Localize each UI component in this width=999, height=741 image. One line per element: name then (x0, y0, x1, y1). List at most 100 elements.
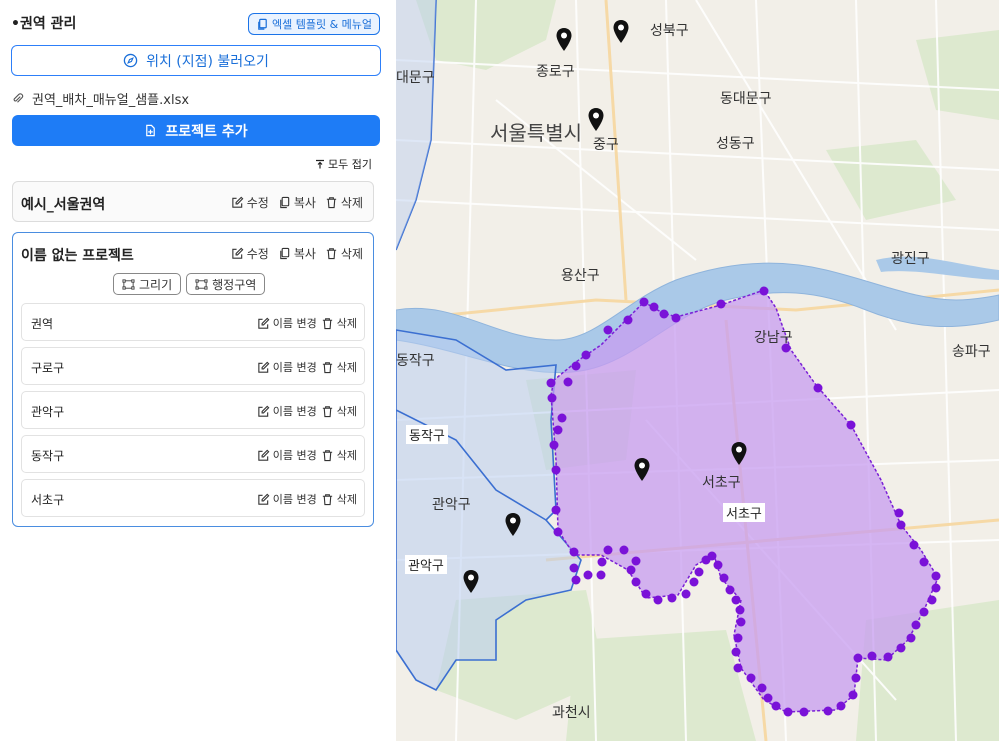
trash-icon (321, 449, 334, 462)
drawing-tools: 그리기 행정구역 (113, 273, 266, 295)
delete-label: 삭제 (336, 449, 357, 462)
map-label-seongbuk: 성북구 (650, 23, 689, 39)
polygon-draw-icon (122, 278, 135, 291)
rename-button[interactable]: 이름 변경 (257, 315, 317, 331)
rename-label: 이름 변경 (272, 449, 317, 462)
map-label-seoul: 서울특별시 (490, 121, 582, 145)
location-pin-icon[interactable] (612, 19, 630, 45)
region-list: 권역 이름 변경 삭제 구로구 이름 변경 삭제 관악구 이름 변경 삭제 동작… (21, 303, 365, 523)
trash-icon (321, 361, 334, 374)
copy-button[interactable]: 복사 (278, 245, 316, 262)
map-label-jung: 중구 (593, 137, 619, 153)
load-location-button[interactable]: 위치 (지점) 불러오기 (11, 45, 381, 76)
project-name: 예시_서울권역 (21, 197, 106, 213)
delete-button[interactable]: 삭제 (325, 245, 363, 262)
project-actions: 수정 복사 삭제 (231, 194, 363, 211)
copy-icon (278, 247, 291, 260)
delete-label: 삭제 (336, 317, 357, 330)
region-name: 서초구 (31, 493, 65, 507)
region-item[interactable]: 서초구 이름 변경 삭제 (21, 479, 365, 517)
excel-template-label: 엑셀 템플릿 & 메뉴얼 (271, 18, 373, 31)
trash-icon (321, 317, 334, 330)
location-pin-icon[interactable] (730, 441, 748, 467)
delete-label: 삭제 (340, 247, 363, 261)
region-item[interactable]: 권역 이름 변경 삭제 (21, 303, 365, 341)
map-label-gangnam: 강남구 (754, 330, 793, 346)
project-actions: 수정 복사 삭제 (231, 245, 363, 262)
draw-label: 그리기 (139, 277, 173, 292)
map-label-songpa: 송파구 (952, 344, 991, 360)
copy-label: 복사 (293, 247, 316, 261)
copy-icon (278, 196, 291, 209)
region-item[interactable]: 동작구 이름 변경 삭제 (21, 435, 365, 473)
location-pin-icon[interactable] (587, 107, 605, 133)
compass-icon (123, 53, 138, 68)
delete-button[interactable]: 삭제 (321, 403, 357, 419)
edit-icon (257, 449, 270, 462)
region-item[interactable]: 관악구 이름 변경 삭제 (21, 391, 365, 429)
project-card[interactable]: 예시_서울권역 수정 복사 삭제 (12, 181, 374, 222)
delete-label: 삭제 (336, 405, 357, 418)
add-project-button[interactable]: 프로젝트 추가 (12, 115, 380, 146)
delete-button[interactable]: 삭제 (325, 194, 363, 211)
trash-icon (321, 493, 334, 506)
map-label-seocho: 서초구 (702, 475, 741, 491)
region-actions: 이름 변경 삭제 (257, 359, 357, 375)
location-pin-icon[interactable] (633, 457, 651, 483)
attached-file[interactable]: 권역_배차_매뉴얼_샘플.xlsx (11, 89, 189, 108)
map-label-gwanak-box: 관악구 (405, 555, 447, 574)
region-actions: 이름 변경 삭제 (257, 403, 357, 419)
region-actions: 이름 변경 삭제 (257, 491, 357, 507)
rename-label: 이름 변경 (272, 317, 317, 330)
rename-button[interactable]: 이름 변경 (257, 359, 317, 375)
draw-button[interactable]: 그리기 (113, 273, 182, 295)
delete-button[interactable]: 삭제 (321, 315, 357, 331)
map-view[interactable]: 성북구 종로구 대문구 동대문구 서울특별시 중구 성동구 광진구 용산구 강남… (396, 0, 999, 741)
location-pin-icon[interactable] (462, 569, 480, 595)
region-name: 구로구 (31, 361, 65, 375)
file-plus-icon (144, 124, 157, 137)
admin-area-button[interactable]: 행정구역 (186, 273, 266, 295)
project-card-active[interactable]: 이름 없는 프로젝트 수정 복사 삭제 그리기 행정구역 권역 이름 변경 삭제… (12, 232, 374, 527)
admin-area-label: 행정구역 (212, 277, 257, 292)
region-name: 동작구 (31, 449, 65, 463)
delete-button[interactable]: 삭제 (321, 447, 357, 463)
map-label-gwangjin: 광진구 (891, 251, 930, 267)
edit-icon (257, 493, 270, 506)
load-location-label: 위치 (지점) 불러오기 (146, 53, 269, 70)
rename-button[interactable]: 이름 변경 (257, 491, 317, 507)
collapse-all-label: 모두 접기 (328, 158, 372, 171)
edit-button[interactable]: 수정 (231, 194, 269, 211)
location-pin-icon[interactable] (504, 512, 522, 538)
location-pin-icon[interactable] (555, 27, 573, 53)
delete-label: 삭제 (336, 361, 357, 374)
delete-label: 삭제 (340, 196, 363, 210)
region-item[interactable]: 구로구 이름 변경 삭제 (21, 347, 365, 385)
rename-button[interactable]: 이름 변경 (257, 447, 317, 463)
collapse-all-button[interactable]: 모두 접기 (315, 156, 372, 172)
map-label-dongjak: 동작구 (406, 425, 448, 444)
map-label-jongno: 종로구 (536, 64, 575, 80)
app-root: •권역 관리 엑셀 템플릿 & 메뉴얼 위치 (지점) 불러오기 권역_배차_매… (0, 0, 999, 741)
map-label-yongsan: 용산구 (561, 268, 600, 284)
map-label-gwanak: 관악구 (432, 497, 471, 513)
edit-label: 수정 (246, 196, 269, 210)
map-label-dongjak-edge: 동작구 (396, 353, 435, 369)
copy-button[interactable]: 복사 (278, 194, 316, 211)
map-label-seodaemun: 대문구 (396, 70, 435, 86)
edit-icon (257, 361, 270, 374)
excel-template-button[interactable]: 엑셀 템플릿 & 메뉴얼 (248, 13, 380, 35)
add-project-label: 프로젝트 추가 (165, 123, 248, 140)
delete-button[interactable]: 삭제 (321, 491, 357, 507)
polygon-draw-icon (195, 278, 208, 291)
delete-button[interactable]: 삭제 (321, 359, 357, 375)
map-label-seocho-box: 서초구 (723, 503, 765, 522)
rename-label: 이름 변경 (272, 493, 317, 506)
edit-button[interactable]: 수정 (231, 245, 269, 262)
map-label-gwacheon: 과천시 (552, 705, 591, 721)
rename-button[interactable]: 이름 변경 (257, 403, 317, 419)
sidebar: •권역 관리 엑셀 템플릿 & 메뉴얼 위치 (지점) 불러오기 권역_배차_매… (0, 0, 396, 741)
region-name: 관악구 (31, 405, 65, 419)
map-canvas (396, 0, 999, 741)
delete-label: 삭제 (336, 493, 357, 506)
